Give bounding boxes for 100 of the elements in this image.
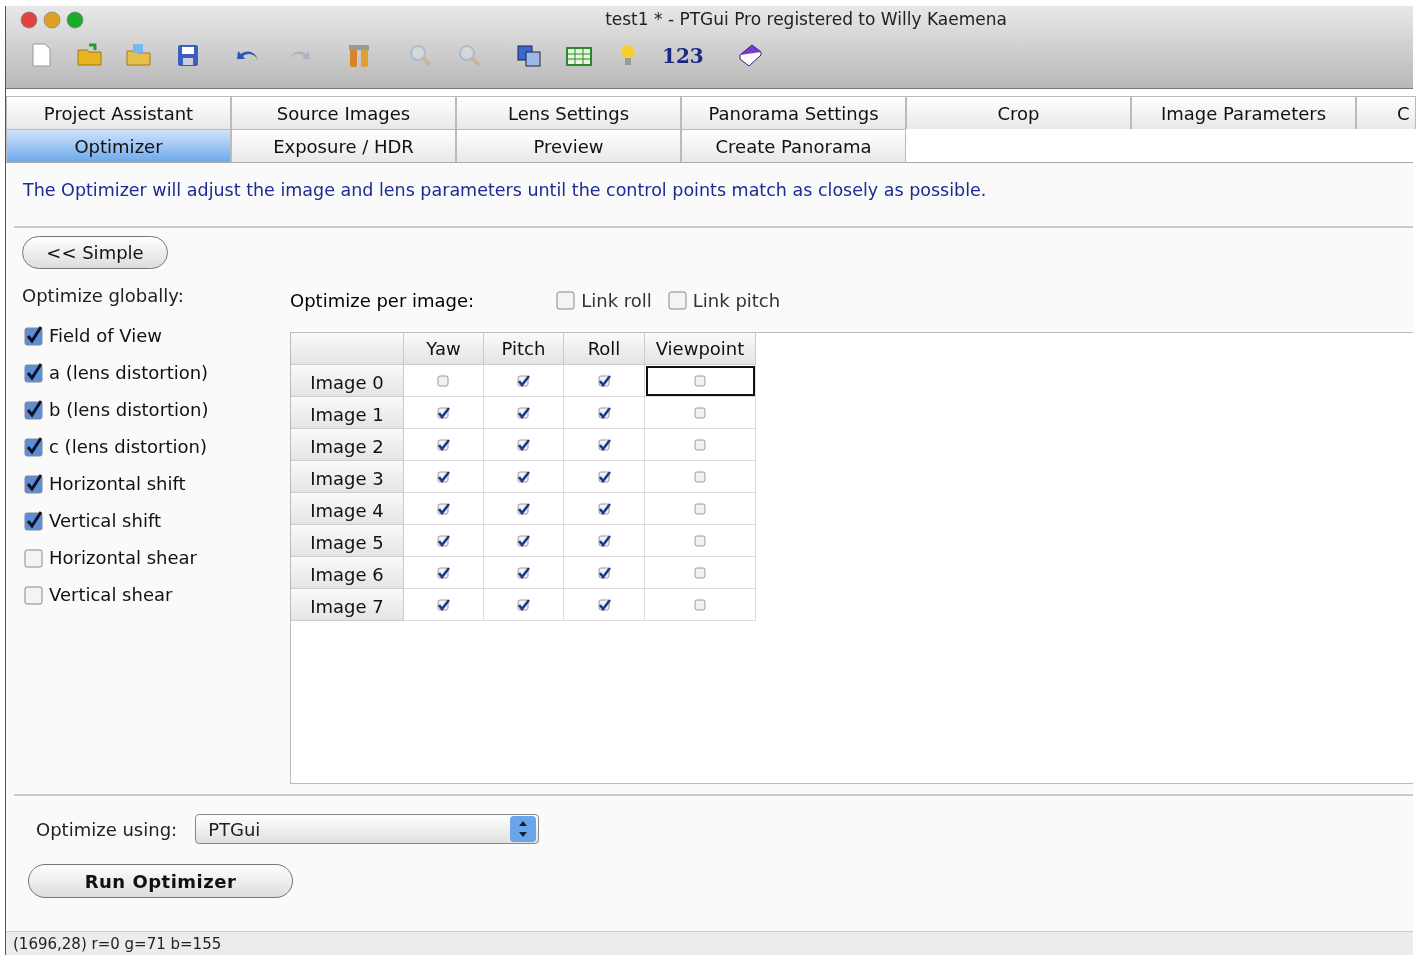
checkbox[interactable]: [597, 374, 611, 387]
tab[interactable]: C: [1356, 96, 1416, 129]
column-header: Yaw: [404, 333, 484, 365]
checkbox[interactable]: [437, 406, 450, 419]
table-cell[interactable]: [645, 397, 756, 429]
row-header: Image 1: [291, 397, 404, 429]
close-button[interactable]: [20, 11, 38, 29]
checkbox[interactable]: [24, 584, 44, 605]
table-cell[interactable]: [564, 589, 645, 621]
checkbox[interactable]: [24, 547, 44, 568]
table-cell[interactable]: [484, 461, 564, 493]
checkbox[interactable]: [597, 502, 611, 515]
tab[interactable]: Panorama Settings: [681, 96, 906, 129]
tab[interactable]: Project Assistant: [6, 96, 231, 129]
checkbox[interactable]: [517, 534, 530, 547]
table-cell[interactable]: [564, 525, 645, 557]
table-cell[interactable]: [645, 525, 756, 557]
table-cell[interactable]: [645, 461, 756, 493]
table-cell[interactable]: [564, 429, 645, 461]
checkbox[interactable]: [24, 325, 44, 346]
tab[interactable]: Lens Settings: [456, 96, 681, 129]
checkbox[interactable]: [24, 510, 44, 531]
checkbox[interactable]: [437, 502, 450, 515]
run-optimizer-button[interactable]: Run Optimizer: [28, 864, 293, 898]
zoom-button[interactable]: [66, 11, 84, 29]
checkbox-label: Horizontal shift: [49, 473, 186, 494]
table-cell[interactable]: [645, 429, 756, 461]
table-cell[interactable]: [564, 397, 645, 429]
checkbox[interactable]: [437, 374, 450, 387]
checkbox[interactable]: [437, 566, 450, 579]
table-cell[interactable]: [645, 557, 756, 589]
table-cell[interactable]: [484, 365, 564, 397]
checkbox[interactable]: [597, 470, 611, 483]
dropdown[interactable]: PTGui: [195, 814, 540, 844]
tab[interactable]: Optimizer: [6, 129, 231, 162]
checkbox[interactable]: [517, 598, 530, 611]
table-cell[interactable]: [564, 557, 645, 589]
table-cell[interactable]: [404, 525, 484, 557]
tab[interactable]: Exposure / HDR: [231, 129, 456, 162]
checkbox-label: a (lens distortion): [49, 362, 209, 383]
checkbox[interactable]: [597, 406, 611, 419]
table-cell[interactable]: [404, 397, 484, 429]
table-cell[interactable]: [484, 429, 564, 461]
checkbox[interactable]: [693, 374, 707, 387]
row-header: Image 3: [291, 461, 404, 493]
tab[interactable]: Create Panorama: [681, 129, 906, 162]
table-cell[interactable]: [564, 461, 645, 493]
table-cell[interactable]: [645, 493, 756, 525]
table-cell[interactable]: [484, 589, 564, 621]
table-cell[interactable]: [404, 365, 484, 397]
checkbox[interactable]: [517, 374, 530, 387]
table-cell[interactable]: [484, 557, 564, 589]
checkbox[interactable]: [437, 470, 450, 483]
checkbox[interactable]: [693, 406, 707, 419]
checkbox[interactable]: [693, 470, 707, 483]
simple-button[interactable]: << Simple: [22, 236, 168, 269]
checkbox[interactable]: [24, 362, 44, 383]
checkbox[interactable]: [24, 436, 44, 457]
checkbox[interactable]: [517, 566, 530, 579]
checkbox[interactable]: [24, 473, 44, 494]
table-cell[interactable]: [404, 429, 484, 461]
minimize-button[interactable]: [43, 11, 61, 29]
tab[interactable]: Image Parameters: [1131, 96, 1356, 129]
table-cell[interactable]: [645, 365, 756, 397]
table-cell[interactable]: [645, 589, 756, 621]
checkbox[interactable]: [597, 534, 611, 547]
column-header: Viewpoint: [645, 333, 756, 365]
table-cell[interactable]: [484, 493, 564, 525]
checkbox[interactable]: [597, 438, 611, 451]
table-cell[interactable]: [564, 493, 645, 525]
numbers-button[interactable]: 123: [662, 44, 704, 68]
checkbox[interactable]: [693, 566, 707, 579]
checkbox[interactable]: [437, 438, 450, 451]
checkbox[interactable]: [597, 598, 611, 611]
checkbox[interactable]: [556, 290, 577, 310]
checkbox[interactable]: [437, 534, 450, 547]
tab[interactable]: Crop: [906, 96, 1131, 129]
checkbox[interactable]: [693, 534, 707, 547]
table-cell[interactable]: [404, 557, 484, 589]
checkbox[interactable]: [517, 502, 530, 515]
checkbox[interactable]: [693, 438, 707, 451]
checkbox-label: Field of View: [49, 325, 163, 346]
checkbox[interactable]: [597, 566, 611, 579]
table-cell[interactable]: [404, 493, 484, 525]
checkbox[interactable]: [24, 399, 44, 420]
checkbox[interactable]: [693, 598, 707, 611]
table-cell[interactable]: [404, 461, 484, 493]
section-label: Optimize globally:: [22, 284, 185, 308]
table-cell[interactable]: [404, 589, 484, 621]
checkbox[interactable]: [517, 406, 530, 419]
tab[interactable]: Preview: [456, 129, 681, 162]
checkbox[interactable]: [517, 470, 530, 483]
checkbox[interactable]: [693, 502, 707, 515]
table-cell[interactable]: [484, 525, 564, 557]
checkbox[interactable]: [437, 598, 450, 611]
table-cell[interactable]: [564, 365, 645, 397]
checkbox[interactable]: [517, 438, 530, 451]
checkbox[interactable]: [667, 290, 688, 310]
table-cell[interactable]: [484, 397, 564, 429]
tab[interactable]: Source Images: [231, 96, 456, 129]
